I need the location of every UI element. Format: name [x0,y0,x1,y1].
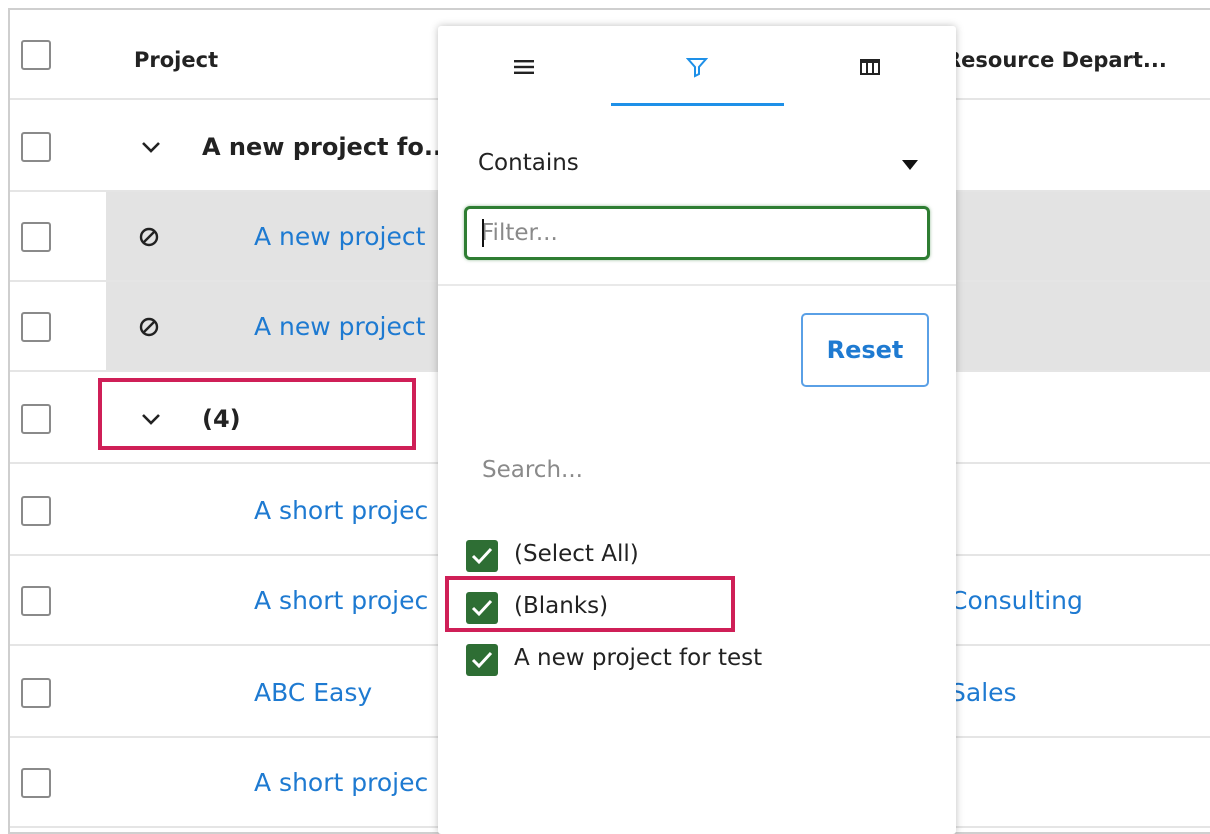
column-header-project[interactable]: Project [134,48,218,72]
row-checkbox[interactable] [21,496,51,526]
caret-down-icon [902,160,918,170]
tab-general-menu[interactable] [438,26,610,108]
project-link[interactable]: A new project [254,312,425,341]
ban-icon [139,227,159,247]
row-checkbox[interactable] [21,132,51,162]
checkmark-icon [471,547,493,565]
popup-tabs [438,26,956,108]
text-cursor [482,219,484,247]
chevron-down-icon[interactable] [140,136,162,158]
project-link[interactable]: A new project [254,222,425,251]
checkbox-checked[interactable] [466,644,498,676]
highlight-box-blanks [445,576,735,632]
column-header-resource-department[interactable]: Resource Depart... [945,48,1167,72]
row-checkbox[interactable] [21,768,51,798]
divider [438,284,956,286]
row-checkbox[interactable] [21,404,51,434]
menu-icon [514,60,534,74]
tab-filter[interactable] [611,26,783,108]
row-checkbox[interactable] [21,312,51,342]
row-checkbox[interactable] [21,586,51,616]
filter-option-label: A new project for test [514,645,763,671]
project-link[interactable]: ABC Easy [254,678,372,707]
checkmark-icon [471,651,493,669]
row-checkbox[interactable] [21,222,51,252]
project-link[interactable]: A short projec [254,768,428,797]
tab-columns[interactable] [784,26,956,108]
row-checkbox[interactable] [21,678,51,708]
resource-department-link[interactable]: Consulting [950,586,1083,615]
column-filter-popup: Contains Reset (Select All) (Blanks) A n… [438,26,956,834]
filter-operator-value: Contains [478,150,579,176]
project-link[interactable]: A short projec [254,496,428,525]
filter-text-input[interactable] [464,206,930,260]
active-tab-indicator [611,103,784,106]
highlight-box-group [98,378,416,450]
filter-icon [686,58,708,78]
resource-department-link[interactable]: Sales [950,678,1017,707]
project-link[interactable]: A short projec [254,586,428,615]
reset-button[interactable]: Reset [801,313,929,387]
group-label: A new project fo... [202,133,452,161]
filter-operator-select[interactable]: Contains [464,138,924,190]
ban-icon [139,317,159,337]
columns-icon [860,59,880,75]
select-all-rows-checkbox[interactable] [21,40,51,70]
search-values-input[interactable] [464,442,930,498]
filter-option-label: (Select All) [514,541,639,567]
checkbox-checked[interactable] [466,540,498,572]
